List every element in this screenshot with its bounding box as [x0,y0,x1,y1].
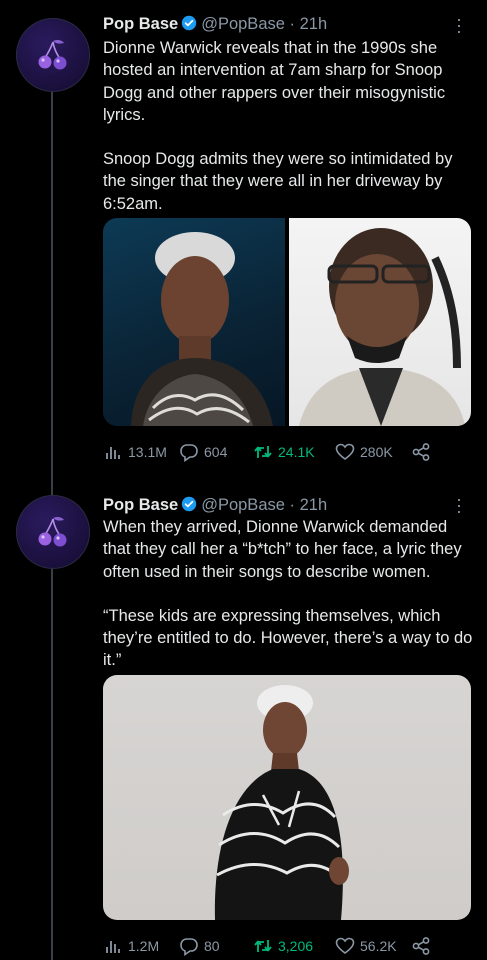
share-icon [412,937,430,955]
like-button[interactable]: 280K [335,440,393,464]
photo-dionne-warwick[interactable] [103,218,285,426]
timestamp[interactable]: · 21h [290,496,328,514]
tweet-actions: 13.1M 604 24.1K 280K [103,440,463,464]
like-icon [335,443,355,460]
photo-snoop-dogg[interactable] [289,218,471,426]
tweet-paragraph: “These kids are expressing themselves, w… [103,606,473,670]
photo-dionne-warwick[interactable] [103,675,471,920]
tweet-actions: 1.2M 80 3,206 56.2K [103,934,463,958]
verified-badge-icon [182,496,197,512]
handle[interactable]: @PopBase [201,15,285,33]
share-button[interactable] [411,440,436,464]
tweet-header: Pop Base @PopBase · 21h [103,495,327,515]
more-icon[interactable]: · · · [452,490,466,520]
tweet-text: Dionne Warwick reveals that in the 1990s… [103,37,473,215]
cherry-logo-icon [38,516,67,547]
retweet-button[interactable]: 24.1K [253,440,315,464]
reply-count: 80 [204,938,220,954]
cherry-logo-icon [38,39,67,70]
views-icon [106,941,120,953]
retweet-button[interactable]: 3,206 [253,934,313,958]
reply-button[interactable]: 80 [179,934,220,958]
tweet-paragraph: Snoop Dogg admits they were so intimidat… [103,150,453,213]
verified-badge-icon [182,15,197,31]
tweet-paragraph: When they arrived, Dionne Warwick demand… [103,518,462,581]
views-count: 1.2M [128,938,160,954]
retweet-count: 3,206 [278,938,314,954]
retweet-icon [254,940,272,952]
reply-icon [180,938,198,956]
tweet-text: When they arrived, Dionne Warwick demand… [103,516,473,672]
more-icon[interactable]: · · · [452,10,466,40]
avatar[interactable] [16,495,90,569]
views-icon [106,447,120,459]
reply-icon [180,444,198,462]
like-count: 280K [360,444,393,460]
like-icon [335,937,355,954]
display-name[interactable]: Pop Base [103,496,178,514]
share-icon [412,443,430,461]
retweet-icon [254,446,272,458]
tweet-paragraph: Dionne Warwick reveals that in the 1990s… [103,39,446,124]
retweet-count: 24.1K [278,444,315,460]
display-name[interactable]: Pop Base [103,15,178,33]
timestamp[interactable]: · 21h [290,15,328,33]
handle[interactable]: @PopBase [201,496,285,514]
reply-count: 604 [204,444,228,460]
tweet-media[interactable] [103,218,471,426]
like-count: 56.2K [360,938,397,954]
tweet-header: Pop Base @PopBase · 21h [103,14,327,34]
avatar[interactable] [16,18,90,92]
share-button[interactable] [411,934,436,958]
like-button[interactable]: 56.2K [335,934,397,958]
reply-button[interactable]: 604 [179,440,227,464]
views-count: 13.1M [128,444,167,460]
views-button[interactable]: 13.1M [103,440,167,464]
tweet-media[interactable] [103,675,471,920]
views-button[interactable]: 1.2M [103,934,159,958]
